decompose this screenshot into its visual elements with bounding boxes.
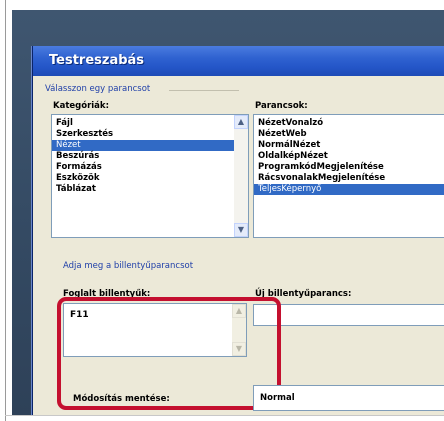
category-item[interactable]: Eszközök — [52, 173, 248, 184]
command-item[interactable]: OldalképNézet — [254, 151, 444, 162]
categories-listbox[interactable]: Fájl Szerkesztés Nézet Beszúrás Formázás… — [51, 114, 249, 238]
category-item[interactable]: Táblázat — [52, 184, 248, 195]
save-changes-label: Módosítás mentése: — [73, 394, 170, 404]
customize-dialog: Testreszabás Válasszon egy parancsot Kat… — [32, 46, 444, 415]
command-item[interactable]: RácsvonalakMegjelenítése — [254, 173, 444, 184]
category-item[interactable]: Beszúrás — [52, 151, 248, 162]
command-item[interactable]: NézetVonalzó — [254, 118, 444, 129]
select-command-group-label: Válasszon egy parancsot — [45, 84, 151, 94]
categories-scrollbar[interactable]: ▲ ▼ — [234, 115, 248, 237]
category-item-selected[interactable]: Nézet — [52, 140, 248, 151]
dialog-title: Testreszabás — [49, 53, 145, 68]
page-bottom-rule — [5, 415, 444, 416]
save-changes-value[interactable]: Normal — [260, 393, 295, 403]
category-item[interactable]: Fájl — [52, 118, 248, 129]
category-item[interactable]: Formázás — [52, 162, 248, 173]
command-item-selected[interactable]: TeljesKépernyő — [254, 184, 444, 195]
scroll-down-icon[interactable]: ▼ — [234, 223, 248, 237]
category-item[interactable]: Szerkesztés — [52, 129, 248, 140]
commands-label: Parancsok: — [255, 101, 308, 111]
commands-listbox[interactable]: NézetVonalzó NézetWeb NormálNézet Oldalk… — [253, 114, 444, 238]
scroll-up-icon[interactable]: ▲ — [234, 115, 248, 129]
new-key-input[interactable] — [253, 304, 444, 326]
command-item[interactable]: ProgramkódMegjelenítése — [254, 162, 444, 173]
command-item[interactable]: NormálNézet — [254, 140, 444, 151]
shortcut-group-label: Adja meg a billentyűparancsot — [63, 261, 194, 271]
command-item[interactable]: NézetWeb — [254, 129, 444, 140]
categories-label: Kategóriák: — [53, 101, 109, 111]
dialog-titlebar[interactable]: Testreszabás — [33, 46, 444, 76]
save-changes-combo[interactable]: Normal — [253, 385, 444, 411]
group-divider — [169, 90, 239, 91]
screenshot-frame: Testreszabás Válasszon egy parancsot Kat… — [0, 0, 444, 421]
page-left-rule — [5, 0, 6, 421]
